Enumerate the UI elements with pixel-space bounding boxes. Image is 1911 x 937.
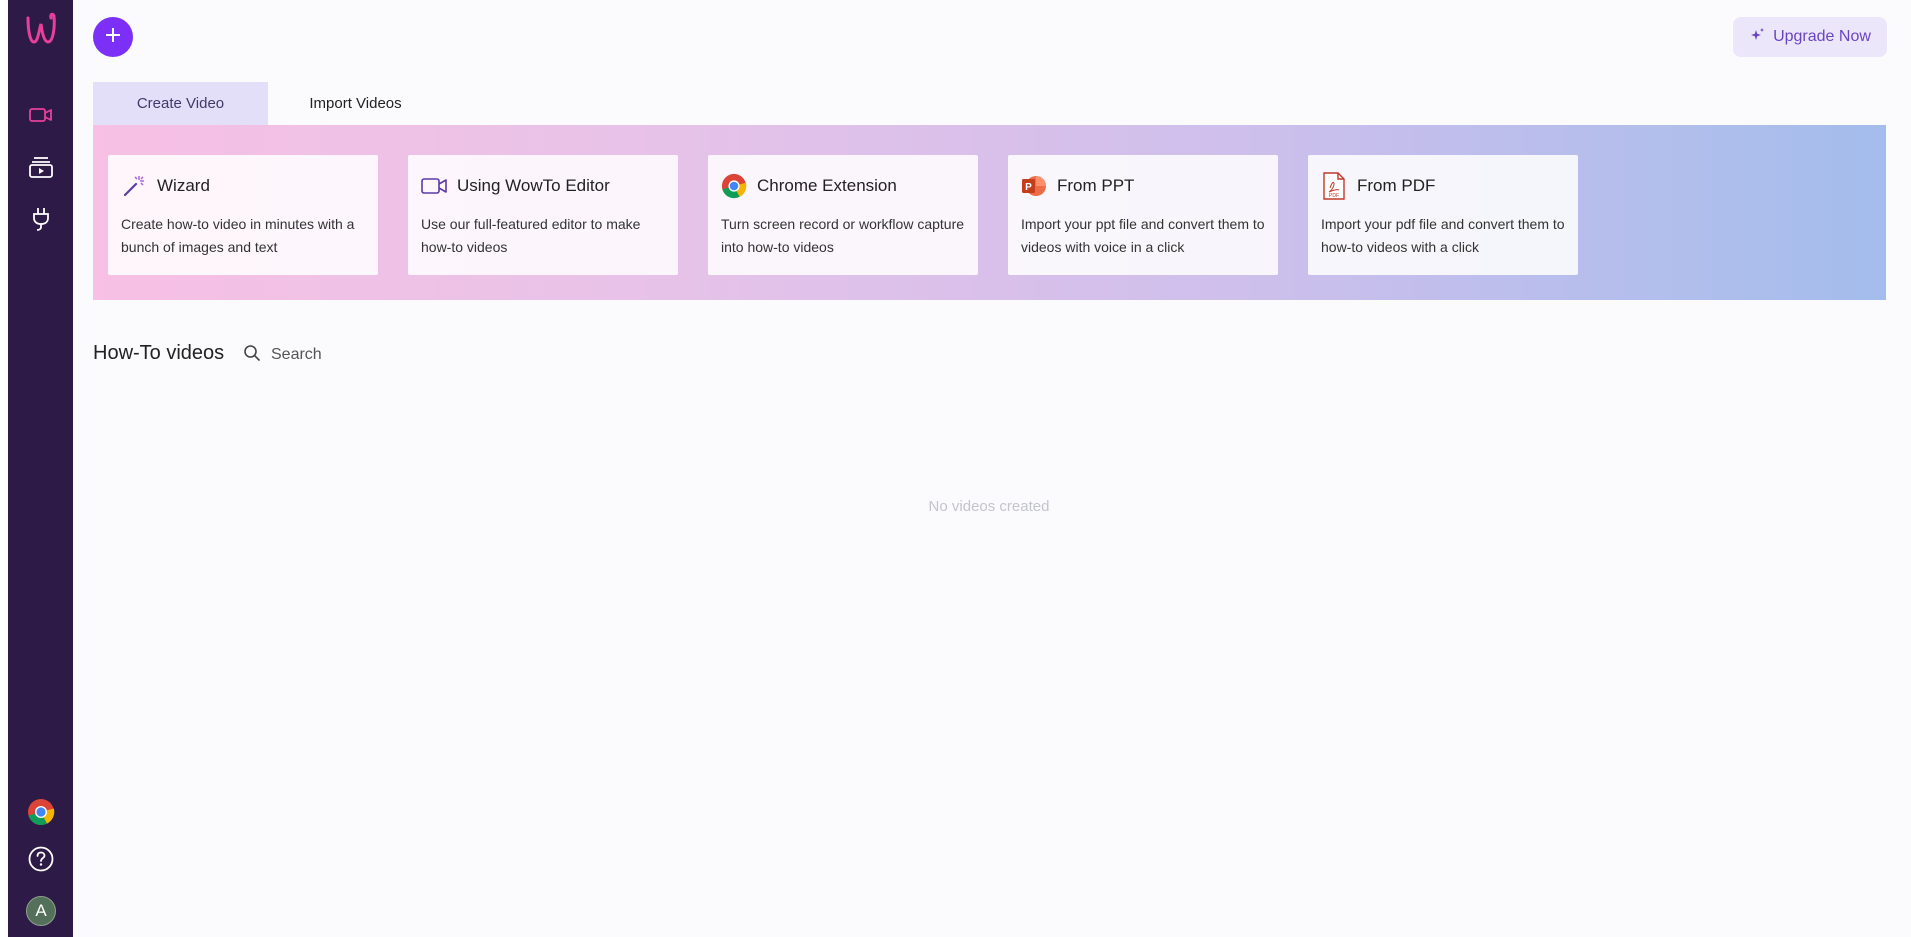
empty-state-message: No videos created: [928, 498, 1050, 515]
magic-wand-icon: [121, 173, 147, 199]
chrome-icon: [721, 173, 747, 199]
window-edge: [0, 0, 8, 937]
card-title: Chrome Extension: [757, 176, 897, 195]
card-title: From PDF: [1357, 176, 1436, 195]
card-title: From PPT: [1057, 176, 1135, 195]
search-icon[interactable]: [243, 344, 261, 367]
from-pdf-card[interactable]: PDF From PDF Import your pdf file and co…: [1308, 155, 1578, 275]
integrations-nav-item[interactable]: [26, 206, 56, 236]
card-description: Use our full-featured editor to make how…: [421, 216, 641, 255]
video-library-nav-item[interactable]: [26, 154, 56, 184]
pdf-icon: PDF: [1321, 172, 1347, 200]
card-description: Import your pdf file and convert them to…: [1321, 216, 1565, 255]
user-avatar[interactable]: A: [26, 896, 56, 926]
sparkle-icon: [1749, 27, 1765, 48]
how-to-videos-title: How-To videos: [93, 342, 225, 364]
chrome-extension-nav-item[interactable]: [26, 798, 56, 831]
plug-icon: [31, 207, 51, 236]
card-description: Turn screen record or workflow capture i…: [721, 216, 965, 255]
create-tabs: Create Video Import Videos: [93, 82, 443, 125]
add-video-button[interactable]: [93, 17, 133, 57]
powerpoint-icon: P: [1021, 173, 1047, 199]
card-title: Using WowTo Editor: [457, 176, 610, 195]
card-description: Create how-to video in minutes with a bu…: [121, 216, 355, 255]
chrome-extension-card[interactable]: Chrome Extension Turn screen record or w…: [708, 155, 978, 275]
chrome-icon: [27, 798, 55, 831]
upgrade-now-button[interactable]: Upgrade Now: [1733, 17, 1887, 57]
wizard-card[interactable]: Wizard Create how-to video in minutes wi…: [108, 155, 378, 275]
create-options-banner: Wizard Create how-to video in minutes wi…: [93, 125, 1886, 300]
editor-card[interactable]: Using WowTo Editor Use our full-featured…: [408, 155, 678, 275]
wowto-logo[interactable]: [22, 10, 60, 50]
help-nav-item[interactable]: [26, 846, 56, 876]
card-description: Import your ppt file and convert them to…: [1021, 216, 1265, 255]
search-input[interactable]: [271, 346, 471, 364]
video-search: [243, 342, 471, 368]
upgrade-now-label: Upgrade Now: [1773, 28, 1871, 45]
svg-text:PDF: PDF: [1329, 193, 1339, 199]
card-title: Wizard: [157, 176, 210, 195]
help-icon: [28, 846, 54, 877]
sidebar: A: [8, 0, 73, 937]
from-ppt-card[interactable]: P From PPT Import your ppt file and conv…: [1008, 155, 1278, 275]
plus-icon: [104, 26, 122, 49]
video-library-icon: [29, 156, 53, 183]
svg-text:P: P: [1025, 182, 1032, 193]
tab-create-video[interactable]: Create Video: [93, 82, 268, 125]
tab-import-videos[interactable]: Import Videos: [268, 82, 443, 125]
video-camera-icon: [29, 106, 53, 129]
videos-nav-item[interactable]: [26, 102, 56, 132]
video-camera-icon: [421, 173, 447, 199]
